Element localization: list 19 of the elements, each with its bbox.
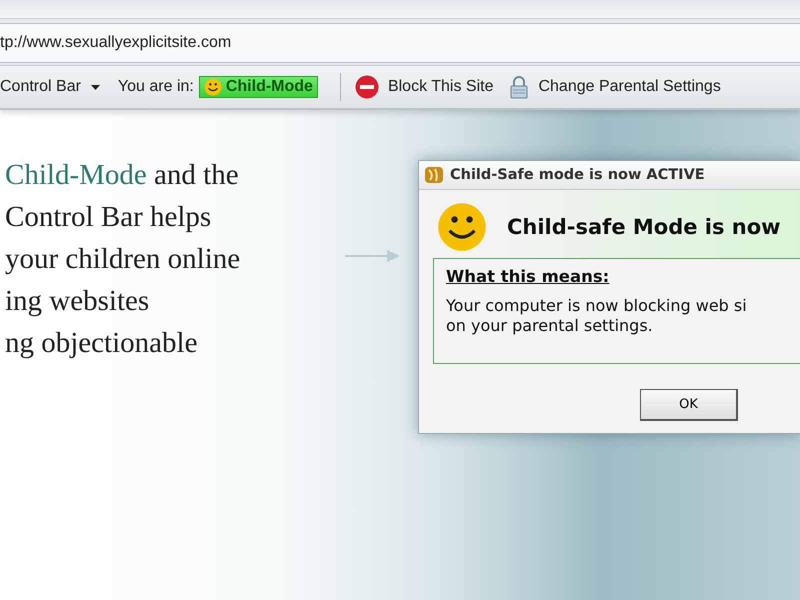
smiley-icon	[204, 78, 222, 96]
arrow-icon	[345, 250, 400, 262]
block-site-button[interactable]: Block This Site	[354, 75, 494, 99]
dialog-title: Child-Safe mode is now ACTIVE	[450, 167, 705, 183]
smiley-icon	[437, 202, 487, 252]
parental-settings-button[interactable]: Change Parental Settings	[509, 75, 721, 99]
control-bar-menu[interactable]: Control Bar	[0, 78, 100, 96]
caret-icon	[90, 84, 100, 90]
ok-button[interactable]: OK	[640, 389, 738, 421]
mode-badge: Child-Mode	[198, 76, 318, 98]
lock-icon	[509, 75, 530, 99]
intro-paragraph: Child-Mode and the Control Bar helps your children online ing websites ng objectionable	[5, 158, 242, 361]
address-field[interactable]: tp://www.sexuallyexplicitsite.com	[0, 23, 800, 63]
app-icon	[424, 166, 444, 184]
status-label: You are in:	[118, 78, 194, 96]
section-title: What this means:	[446, 267, 610, 286]
dialog-heading: Child-safe Mode is now	[507, 215, 781, 239]
info-text: Your computer is now blocking web si on your parental settings.	[446, 296, 748, 336]
no-entry-icon	[354, 75, 379, 99]
